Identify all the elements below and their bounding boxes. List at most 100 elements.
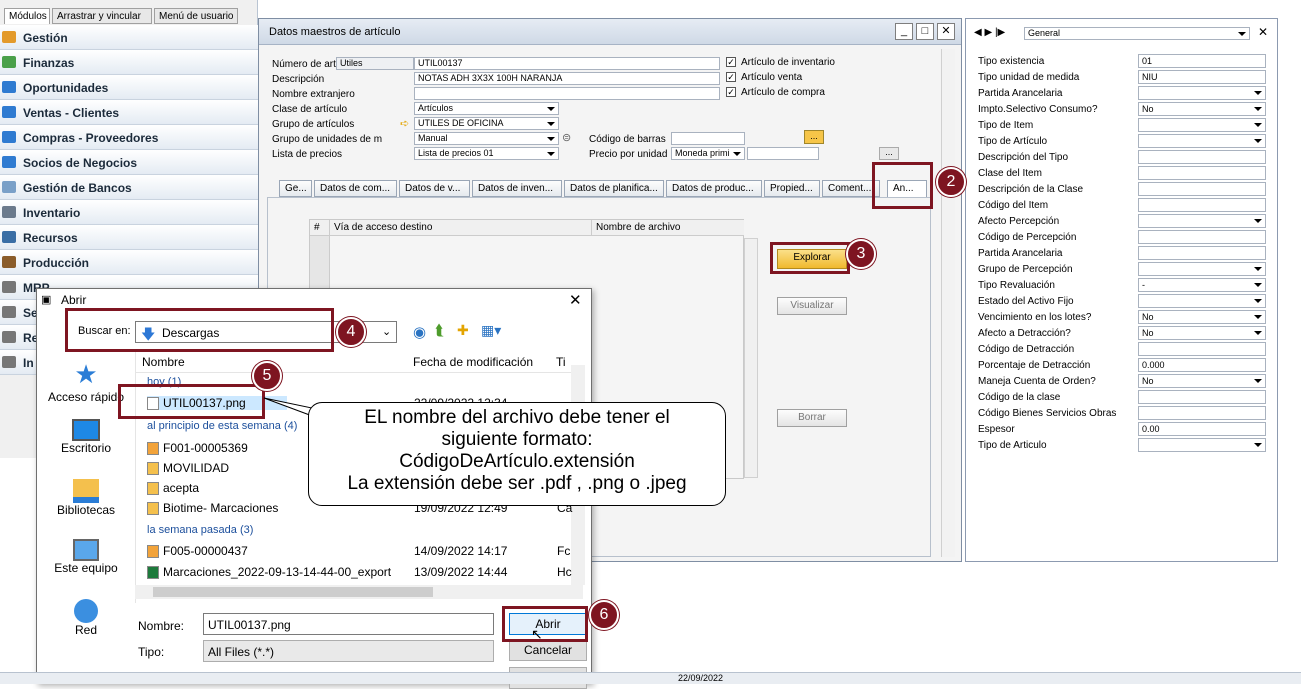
back-icon[interactable]: ◉ bbox=[413, 323, 426, 341]
purchase-item-checkbox[interactable]: ✓ bbox=[726, 87, 736, 97]
filename-input[interactable]: UTIL00137.png bbox=[203, 613, 494, 635]
file-list-hscroll[interactable] bbox=[135, 585, 583, 599]
info-icon[interactable]: ⊜ bbox=[562, 131, 571, 144]
price-more-button[interactable]: ... bbox=[879, 147, 899, 160]
tab-menu-usuario[interactable]: Menú de usuario bbox=[154, 8, 238, 24]
user-field-value[interactable] bbox=[1138, 198, 1266, 212]
barcode-field[interactable] bbox=[671, 132, 745, 145]
user-field-row: Partida Arancelaria bbox=[978, 86, 1268, 102]
barcode-more-button[interactable]: ... bbox=[804, 130, 824, 144]
maximize-icon[interactable]: □ bbox=[916, 23, 934, 40]
module-item[interactable]: Finanzas bbox=[0, 50, 258, 75]
foreign-name-field[interactable] bbox=[414, 87, 720, 100]
view-menu-icon[interactable]: ▦▾ bbox=[481, 322, 501, 339]
filetype-select[interactable]: All Files (*.*) bbox=[203, 640, 494, 662]
module-item[interactable]: Gestión bbox=[0, 25, 258, 50]
user-field-value[interactable] bbox=[1138, 406, 1266, 420]
module-item[interactable]: Socios de Negocios bbox=[0, 150, 258, 175]
user-field-value[interactable]: 0.00 bbox=[1138, 422, 1266, 436]
uom-group-select[interactable]: Manual bbox=[414, 132, 559, 145]
window-scrollbar[interactable] bbox=[941, 49, 955, 557]
sales-item-checkbox[interactable]: ✓ bbox=[726, 72, 736, 82]
user-field-value[interactable] bbox=[1138, 182, 1266, 196]
category-select[interactable]: General bbox=[1024, 27, 1250, 40]
user-field-value[interactable] bbox=[1138, 246, 1266, 260]
user-field-value[interactable] bbox=[1138, 390, 1266, 404]
user-field-value[interactable] bbox=[1138, 118, 1266, 132]
module-item[interactable]: Gestión de Bancos bbox=[0, 175, 258, 200]
dialog-close-icon[interactable]: ✕ bbox=[569, 291, 582, 309]
tab-planning[interactable]: Datos de planifica... bbox=[564, 180, 664, 197]
user-field-row: Tipo existencia 01 bbox=[978, 54, 1268, 70]
user-field-value[interactable] bbox=[1138, 342, 1266, 356]
inventory-item-checkbox[interactable]: ✓ bbox=[726, 57, 736, 67]
module-item[interactable]: Ventas - Clientes bbox=[0, 100, 258, 125]
tab-properties[interactable]: Propied... bbox=[764, 180, 820, 197]
currency-select[interactable]: Moneda primi bbox=[671, 147, 745, 160]
panel-close-icon[interactable]: ✕ bbox=[1258, 25, 1268, 39]
minimize-icon[interactable]: _ bbox=[895, 23, 913, 40]
user-field-value[interactable]: No bbox=[1138, 310, 1266, 324]
description-field[interactable]: NOTAS ADH 3X3X 100H NARANJA bbox=[414, 72, 720, 85]
cancel-button[interactable]: Cancelar bbox=[509, 639, 587, 661]
link-arrow-icon[interactable]: ➪ bbox=[400, 117, 409, 130]
grid-scrollbar[interactable] bbox=[744, 238, 758, 478]
user-field-value[interactable] bbox=[1138, 230, 1266, 244]
tab-arrastrar[interactable]: Arrastrar y vincular bbox=[52, 8, 152, 24]
highlight-attachments-tab bbox=[872, 162, 933, 209]
file-row[interactable]: acepta bbox=[147, 481, 199, 495]
user-field-value[interactable] bbox=[1138, 134, 1266, 148]
user-field-value[interactable] bbox=[1138, 86, 1266, 100]
module-item[interactable]: Producción bbox=[0, 250, 258, 275]
item-group-select[interactable]: UTILES DE OFICINA bbox=[414, 117, 559, 130]
tab-sales[interactable]: Datos de v... bbox=[399, 180, 470, 197]
user-field-value[interactable]: NIU bbox=[1138, 70, 1266, 84]
libraries-item[interactable]: Bibliotecas bbox=[37, 479, 135, 517]
user-field-value[interactable] bbox=[1138, 214, 1266, 228]
module-item[interactable]: Inventario bbox=[0, 200, 258, 225]
tab-inventory[interactable]: Datos de inven... bbox=[472, 180, 562, 197]
file-row[interactable]: Biotime- Marcaciones bbox=[147, 501, 278, 515]
tab-general[interactable]: Ge... bbox=[279, 180, 312, 197]
module-icon bbox=[2, 331, 16, 343]
hscroll-thumb[interactable] bbox=[153, 587, 433, 597]
user-field-value[interactable] bbox=[1138, 262, 1266, 276]
user-field-value[interactable]: No bbox=[1138, 102, 1266, 116]
user-field-row: Código de la clase bbox=[978, 390, 1268, 406]
preview-button[interactable]: Visualizar bbox=[777, 297, 847, 315]
tab-modulos[interactable]: Módulos bbox=[4, 8, 50, 24]
user-field-value[interactable]: 0.000 bbox=[1138, 358, 1266, 372]
user-field-value[interactable]: - bbox=[1138, 278, 1266, 292]
file-row[interactable]: F001-00005369 bbox=[147, 441, 248, 455]
user-field-value[interactable]: 01 bbox=[1138, 54, 1266, 68]
item-class-select[interactable]: Artículos bbox=[414, 102, 559, 115]
module-item[interactable]: Compras - Proveedores bbox=[0, 125, 258, 150]
user-field-value[interactable] bbox=[1138, 294, 1266, 308]
folder-icon bbox=[147, 502, 159, 515]
user-field-value[interactable]: No bbox=[1138, 374, 1266, 388]
module-item[interactable]: Oportunidades bbox=[0, 75, 258, 100]
file-row[interactable]: F005-00000437 bbox=[147, 544, 248, 558]
user-field-value[interactable]: No bbox=[1138, 326, 1266, 340]
file-row[interactable]: Marcaciones_2022-09-13-14-44-00_export bbox=[147, 565, 391, 579]
file-row[interactable]: MOVILIDAD bbox=[147, 461, 229, 475]
desktop-item[interactable]: Escritorio bbox=[37, 419, 135, 455]
price-list-select[interactable]: Lista de precios 01 bbox=[414, 147, 559, 160]
close-icon[interactable]: ✕ bbox=[937, 23, 955, 40]
file-group-header[interactable]: la semana pasada (3) bbox=[147, 524, 253, 536]
user-field-value[interactable] bbox=[1138, 150, 1266, 164]
delete-button[interactable]: Borrar bbox=[777, 409, 847, 427]
user-field-value[interactable] bbox=[1138, 166, 1266, 180]
tab-production[interactable]: Datos de produc... bbox=[666, 180, 762, 197]
module-item[interactable]: Recursos bbox=[0, 225, 258, 250]
up-folder-icon[interactable]: ⮬ bbox=[435, 322, 444, 339]
item-series-field[interactable]: Utiles bbox=[336, 57, 414, 70]
network-item[interactable]: Red bbox=[37, 599, 135, 637]
unit-price-field[interactable] bbox=[747, 147, 819, 160]
nav-arrows-icon[interactable]: ◀ ▶ |▶ bbox=[974, 27, 1005, 38]
this-pc-item[interactable]: Este equipo bbox=[37, 539, 135, 575]
tab-purchasing[interactable]: Datos de com... bbox=[314, 180, 397, 197]
item-number-field[interactable]: UTIL00137 bbox=[414, 57, 720, 70]
user-field-value[interactable] bbox=[1138, 438, 1266, 452]
new-folder-icon[interactable]: ✚ bbox=[457, 322, 469, 339]
